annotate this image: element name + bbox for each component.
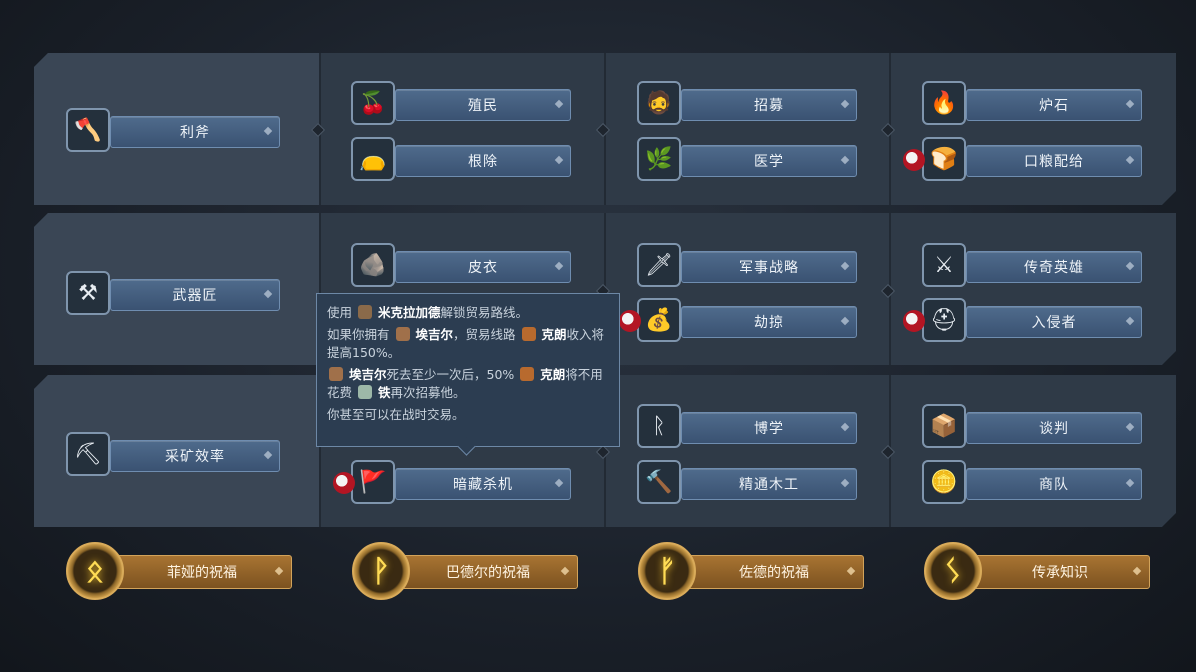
wunjo-rune-icon: ᚹ	[352, 542, 410, 600]
fehu-rune-icon: ᚠ	[638, 542, 696, 600]
krona-icon	[521, 327, 536, 341]
skill-label: 暗藏杀机	[453, 477, 513, 493]
skill-label: 采矿效率	[165, 449, 225, 465]
skill-label: 商队	[1039, 477, 1069, 493]
pickaxe-icon: ⛏	[66, 432, 110, 476]
sack-icon: 👝	[351, 137, 395, 181]
hide-icon: 🪨	[351, 243, 395, 287]
skill-label: 武器匠	[172, 288, 218, 304]
tooltip-line: 使用 米克拉加德解锁贸易路线。	[327, 305, 529, 320]
axe-icon: 🪓	[66, 108, 110, 152]
skill-label: 博学	[754, 421, 784, 437]
skill-label: 招募	[754, 98, 784, 114]
tooltip-line: 如果你拥有 埃吉尔，贸易线路 克朗收入将提高150%。	[327, 327, 605, 360]
egil-portrait-icon	[395, 327, 410, 341]
warrior-portrait-icon: 🧔	[637, 81, 681, 125]
skill-tooltip: 使用 米克拉加德解锁贸易路线。 如果你拥有 埃吉尔，贸易线路 克朗收入将提高15…	[316, 293, 620, 456]
krona-icon	[520, 367, 535, 381]
blood-badge-icon	[903, 149, 925, 171]
tooltip-line: 埃吉尔死去至少一次后，50% 克朗将不用花费 铁再次招募他。	[327, 367, 603, 400]
skill-label: 炉石	[1039, 98, 1069, 114]
skill-label: 皮衣	[468, 260, 498, 276]
campfire-icon: 🔥	[922, 81, 966, 125]
tooltip-line: 你甚至可以在战时交易。	[327, 407, 465, 422]
blood-badge-icon	[333, 472, 355, 494]
blood-badge-icon	[903, 310, 925, 332]
herb-icon: 🌿	[637, 137, 681, 181]
berries-basket-icon: 🍒	[351, 81, 395, 125]
bread-icon: 🍞	[922, 137, 966, 181]
blessing-label: 佐德的祝福	[739, 565, 809, 581]
skill-label: 利斧	[180, 125, 210, 141]
trade-icon: 🪙	[922, 460, 966, 504]
trader-portrait-icon	[358, 305, 372, 319]
skill-label: 军事战略	[739, 260, 799, 276]
horned-helmet-icon: ⛑	[922, 298, 966, 342]
iron-icon	[358, 385, 372, 399]
blessing-label: 巴德尔的祝福	[446, 565, 530, 581]
rune-stone-icon: ᚱ	[637, 404, 681, 448]
skill-label: 口粮配给	[1024, 154, 1084, 170]
skill-label: 殖民	[468, 98, 498, 114]
skill-label: 谈判	[1039, 421, 1069, 437]
anvil-icon: ⚒	[66, 271, 110, 315]
othala-rune-icon: ᛟ	[66, 542, 124, 600]
sword-icon: 🗡	[637, 243, 681, 287]
hammer-icon: 🔨	[637, 460, 681, 504]
skill-label: 入侵者	[1031, 315, 1077, 331]
skill-label: 医学	[754, 154, 784, 170]
sowilo-rune-icon: ᛊ	[924, 542, 982, 600]
blessing-label: 菲娅的祝福	[167, 565, 237, 581]
skill-label: 根除	[468, 154, 498, 170]
loot-pile-icon: 💰	[637, 298, 681, 342]
crate-icon: 📦	[922, 404, 966, 448]
blessing-label: 传承知识	[1032, 565, 1088, 581]
battle-axe-icon: ⚔	[922, 243, 966, 287]
egil-portrait-icon	[329, 367, 343, 381]
skill-label: 劫掠	[754, 315, 784, 331]
skill-label: 精通木工	[739, 477, 799, 493]
skill-label: 传奇英雄	[1024, 260, 1084, 276]
banner-icon: 🚩	[351, 460, 395, 504]
blood-badge-icon	[619, 310, 641, 332]
